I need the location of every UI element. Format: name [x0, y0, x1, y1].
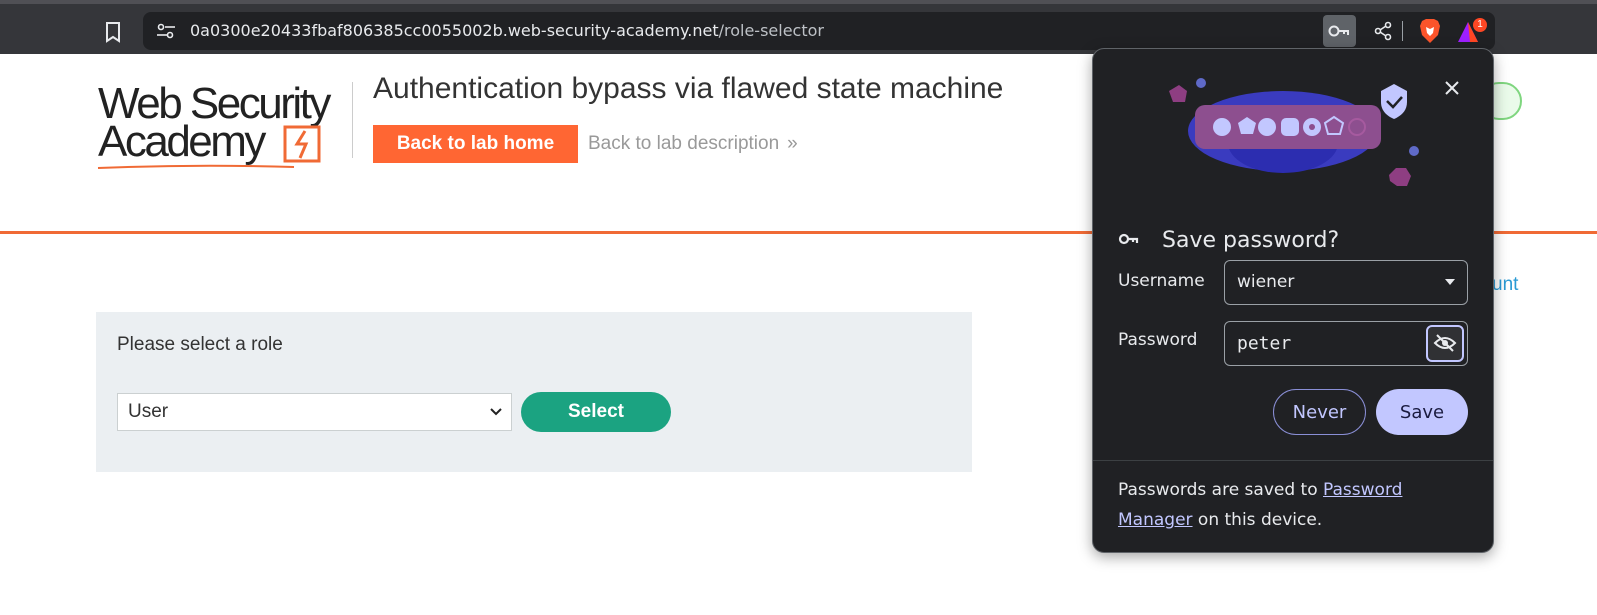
username-label: Username	[1118, 271, 1205, 291]
password-field[interactable]: peter	[1224, 321, 1468, 366]
back-to-lab-description-link[interactable]: Back to lab description»	[588, 133, 798, 155]
username-select[interactable]: wiener	[1224, 260, 1468, 305]
role-dropdown-value: User	[128, 401, 169, 422]
select-role-button[interactable]: Select	[521, 392, 671, 432]
lab-title: Authentication bypass via flawed state m…	[373, 72, 1004, 105]
password-illustration	[1169, 78, 1419, 186]
toolbar-separator	[1402, 21, 1403, 41]
role-prompt: Please select a role	[117, 334, 283, 355]
chevron-right-icon: »	[787, 133, 797, 154]
my-account-link[interactable]: unt	[1492, 274, 1518, 296]
share-icon[interactable]	[1373, 21, 1393, 41]
bookmark-icon[interactable]	[103, 21, 123, 43]
brave-rewards-button[interactable]: 1	[1456, 18, 1487, 46]
browser-toolbar: 0a0300e20433fbaf806385cc0055002b.web-sec…	[0, 0, 1597, 54]
password-value: peter	[1237, 333, 1292, 354]
site-settings-icon[interactable]	[156, 22, 176, 40]
save-password-dialog: Save password? Username wiener Password …	[1092, 48, 1494, 553]
key-icon	[1118, 233, 1139, 245]
role-dropdown[interactable]: User	[117, 393, 512, 431]
brave-shields-icon[interactable]	[1418, 18, 1442, 44]
close-icon[interactable]	[1443, 79, 1461, 97]
eye-off-icon	[1433, 334, 1457, 352]
role-selector-panel: Please select a role User Select	[96, 312, 972, 472]
logo-line2: Academy	[98, 117, 266, 166]
logo-underline	[97, 164, 295, 169]
dropdown-arrow-icon	[1445, 279, 1455, 285]
address-bar[interactable]: 0a0300e20433fbaf806385cc0055002b.web-sec…	[143, 12, 1495, 50]
toggle-password-visibility-button[interactable]	[1426, 325, 1464, 362]
never-button[interactable]: Never	[1273, 389, 1366, 435]
url-text[interactable]: 0a0300e20433fbaf806385cc0055002b.web-sec…	[190, 21, 824, 40]
password-key-button[interactable]	[1323, 15, 1356, 47]
web-security-academy-logo[interactable]: Web Security Academy	[96, 78, 348, 170]
chevron-down-icon	[490, 408, 502, 416]
key-icon	[1328, 25, 1349, 37]
save-button[interactable]: Save	[1376, 389, 1468, 435]
logo-flask-icon	[283, 125, 321, 163]
dialog-footer: Passwords are saved to Password Manager …	[1118, 480, 1403, 530]
header-divider	[352, 82, 353, 158]
dialog-title: Save password?	[1162, 228, 1340, 253]
back-to-lab-home-button[interactable]: Back to lab home	[373, 125, 578, 163]
dialog-divider	[1093, 460, 1493, 461]
username-value: wiener	[1237, 272, 1295, 292]
password-label: Password	[1118, 330, 1198, 350]
notification-badge: 1	[1473, 18, 1487, 32]
